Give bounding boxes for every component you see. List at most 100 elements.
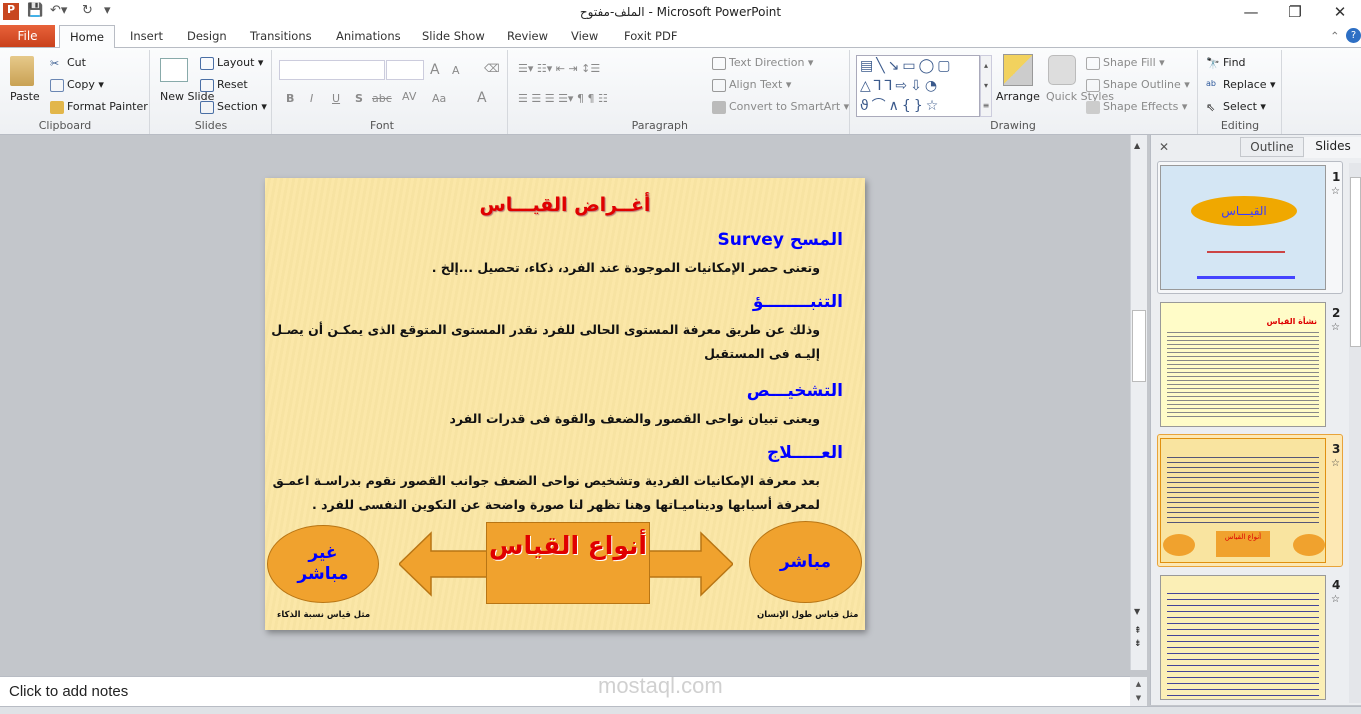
- align-text-label: Align Text: [729, 78, 783, 91]
- direct-caption: مثل قياس طول الإنسان: [757, 610, 859, 620]
- tab-view[interactable]: View: [571, 29, 598, 43]
- section-icon: [200, 100, 214, 114]
- shape-outline-button[interactable]: Shape Outline ▾: [1086, 78, 1190, 92]
- transition-star-icon: ☆: [1331, 594, 1340, 605]
- close-button[interactable]: ✕: [1325, 3, 1355, 21]
- tab-outline[interactable]: Outline: [1240, 137, 1304, 157]
- scroll-thumb[interactable]: [1132, 310, 1146, 382]
- change-case-button[interactable]: Aa: [432, 92, 446, 105]
- arrange-button[interactable]: Arrange: [996, 90, 1040, 103]
- section-heading-diagnosis: التشخيـــص: [746, 381, 843, 401]
- shape-fill-button[interactable]: Shape Fill ▾: [1086, 56, 1165, 70]
- shapes-gallery[interactable]: ▤╲↘▭◯▢ △⅂⅂⇨⇩◔ ϑ⌒∧{}☆: [856, 55, 980, 117]
- shrink-font-button[interactable]: A: [452, 64, 460, 77]
- slide-thumbnail-3[interactable]: أنواع القياس: [1160, 438, 1326, 563]
- bold-button[interactable]: B: [286, 92, 294, 105]
- shape-outline-label: Shape Outline: [1103, 78, 1181, 91]
- section-body-treatment: بعد معرفة الإمكانيات الفردية وتشخيص نواح…: [272, 473, 820, 512]
- cut-button[interactable]: ✂ Cut: [50, 56, 86, 70]
- format-painter-button[interactable]: Format Painter: [50, 100, 148, 114]
- thumb2-title: نشأة القياس: [1266, 317, 1317, 326]
- smartart-icon: [712, 100, 726, 114]
- section-body-prediction: وذلك عن طريق معرفة المستوى الحالى للفرد …: [271, 322, 820, 361]
- layout-button[interactable]: Layout ▾: [200, 56, 263, 70]
- reset-button[interactable]: Reset: [200, 78, 248, 92]
- character-spacing-button[interactable]: AV: [402, 90, 416, 103]
- paste-icon: [10, 56, 34, 86]
- tab-animations[interactable]: Animations: [336, 29, 401, 43]
- tab-home[interactable]: Home: [59, 25, 115, 49]
- font-color-button[interactable]: A: [477, 90, 487, 106]
- tab-slides[interactable]: Slides: [1304, 137, 1361, 158]
- cursor-icon: ⇖: [1206, 100, 1216, 114]
- tab-insert[interactable]: Insert: [130, 29, 163, 43]
- convert-smartart-button[interactable]: Convert to SmartArt ▾: [712, 100, 849, 114]
- slide-canvas[interactable]: أغــراض القيـــاس المسح Survey وتعنى حصر…: [265, 178, 865, 630]
- tab-review[interactable]: Review: [507, 29, 548, 43]
- slide-number-2: 2: [1332, 306, 1341, 320]
- grow-font-button[interactable]: A: [430, 62, 440, 78]
- close-panel-icon[interactable]: ✕: [1159, 140, 1169, 154]
- slide-thumbnail-2[interactable]: نشأة القياس: [1160, 302, 1326, 427]
- tab-slide-show[interactable]: Slide Show: [422, 29, 485, 43]
- replace-button[interactable]: ab Replace ▾: [1206, 78, 1276, 92]
- transition-star-icon: ☆: [1331, 186, 1340, 197]
- new-slide-icon: [160, 58, 188, 82]
- select-button[interactable]: ⇖ Select ▾: [1206, 100, 1266, 114]
- section-body-diagnosis: ويعنى تبيان نواحى القصور والضعف والقوة ف…: [449, 411, 820, 426]
- slide-thumbnail-4[interactable]: [1160, 575, 1326, 700]
- clipboard-label: Clipboard: [38, 119, 92, 132]
- shadow-button[interactable]: S: [355, 92, 363, 105]
- panel-scrollbar[interactable]: [1349, 163, 1361, 703]
- pencil-icon: [1086, 78, 1100, 92]
- font-name-select[interactable]: [279, 60, 385, 80]
- format-painter-label: Format Painter: [67, 100, 148, 113]
- title-bar: P 💾 ↶▾ ↻ ▾ الملف-مفتوح - Microsoft Power…: [0, 0, 1361, 25]
- scroll-down-icon[interactable]: ▼: [1134, 607, 1140, 616]
- select-label: Select: [1223, 100, 1257, 113]
- find-button[interactable]: 🔭 Find: [1206, 56, 1246, 70]
- tab-foxit-pdf[interactable]: Foxit PDF: [624, 29, 677, 43]
- bullets-icon[interactable]: ☰▾ ☷▾ ⇤ ⇥ ↕☰: [518, 62, 600, 75]
- underline-button[interactable]: U: [332, 92, 340, 105]
- shape-effects-label: Shape Effects: [1103, 100, 1179, 113]
- slide-vertical-scrollbar[interactable]: ▲ ▼ ⇞ ⇟: [1130, 135, 1147, 670]
- italic-button[interactable]: I: [310, 92, 313, 105]
- scroll-up-icon[interactable]: ▲: [1134, 141, 1140, 150]
- copy-button[interactable]: Copy ▾: [50, 78, 104, 92]
- restore-button[interactable]: ❐: [1280, 3, 1310, 21]
- status-bar: [0, 706, 1361, 714]
- scissors-icon: ✂: [50, 56, 60, 70]
- text-direction-button[interactable]: Text Direction ▾: [712, 56, 813, 70]
- new-slide-button[interactable]: New Slide: [160, 90, 214, 103]
- shape-effects-button[interactable]: Shape Effects ▾: [1086, 100, 1187, 114]
- quick-styles-button[interactable]: Quick Styles: [1046, 90, 1114, 103]
- section-button[interactable]: Section ▾: [200, 100, 267, 114]
- align-text-button[interactable]: Align Text ▾: [712, 78, 791, 92]
- notes-placeholder[interactable]: Click to add notes: [9, 683, 128, 700]
- tab-file[interactable]: File: [0, 25, 55, 47]
- gallery-scroll[interactable]: ▴ ▾ ≡: [980, 55, 992, 117]
- shape-effects-icon: [1086, 100, 1100, 114]
- minimize-ribbon-icon[interactable]: ⌃: [1330, 29, 1340, 43]
- slide-thumbnail-1[interactable]: القيـــاس: [1160, 165, 1326, 290]
- help-icon[interactable]: ?: [1346, 28, 1361, 43]
- notes-pane[interactable]: Click to add notes ▲ ▼: [0, 676, 1147, 707]
- font-size-select[interactable]: [386, 60, 424, 80]
- slide-number-1: 1: [1332, 170, 1341, 184]
- prev-next-slide-icons[interactable]: ⇞ ⇟: [1134, 625, 1142, 651]
- indirect-oval: غير مباشر: [267, 525, 379, 603]
- quick-styles-icon: [1048, 55, 1076, 85]
- tab-transitions[interactable]: Transitions: [250, 29, 312, 43]
- text-direction-icon: [712, 56, 726, 70]
- arrange-icon: [1003, 54, 1033, 86]
- clear-formatting-icon[interactable]: ⌫: [484, 62, 500, 75]
- tab-design[interactable]: Design: [187, 29, 227, 43]
- slides-group: New Slide Layout ▾ Reset Section ▾ Slide…: [150, 50, 272, 134]
- layout-icon: [200, 56, 214, 70]
- align-icons[interactable]: ☰ ☰ ☰ ☰▾ ¶ ¶ ☷: [518, 92, 608, 105]
- minimize-button[interactable]: —: [1236, 3, 1266, 21]
- notes-scrollbar[interactable]: ▲ ▼: [1130, 677, 1147, 707]
- strikethrough-button[interactable]: abc: [372, 92, 392, 105]
- paste-button[interactable]: Paste: [10, 90, 40, 103]
